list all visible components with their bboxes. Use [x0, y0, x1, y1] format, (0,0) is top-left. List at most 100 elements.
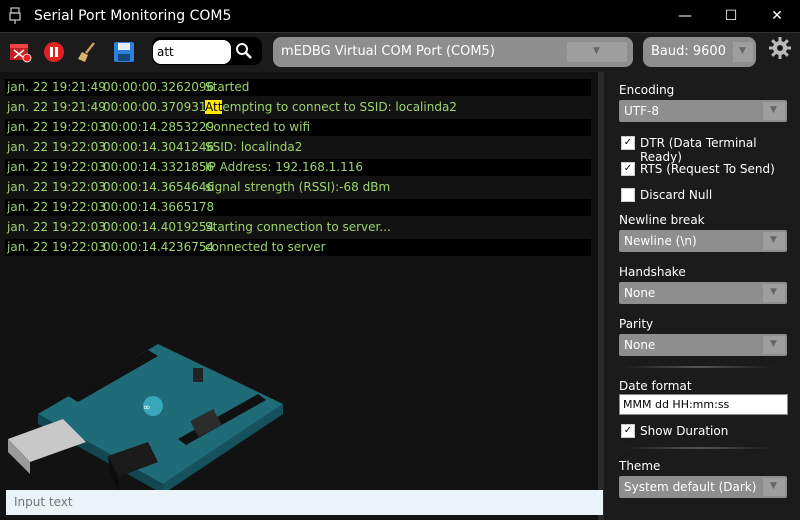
log-date: jan. 22 19:22:03 — [7, 180, 106, 194]
log-message: Started — [205, 80, 250, 94]
toolbar: mEDBG Virtual COM Port (COM5) ▼ Baud: 96… — [0, 33, 800, 71]
search-input[interactable] — [153, 40, 231, 64]
section-separator — [624, 366, 774, 368]
show-duration-checkbox[interactable]: ✓ — [621, 424, 635, 438]
log-date: jan. 22 19:22:03 — [7, 240, 106, 254]
encoding-value: UTF-8 — [624, 104, 659, 118]
date-format-label: Date format — [619, 379, 692, 393]
rts-label: RTS (Request To Send) — [640, 162, 775, 176]
log-row: jan. 22 19:21:49 00:00:00.3709319 Attemp… — [5, 99, 591, 116]
log-message: connected to server — [205, 240, 326, 254]
title-bar: Serial Port Monitoring COM5 — ☐ ✕ — [0, 0, 800, 33]
discard-null-checkbox[interactable] — [621, 188, 635, 202]
log-date: jan. 22 19:22:03 — [7, 220, 106, 234]
window-title: Serial Port Monitoring COM5 — [34, 8, 232, 24]
log-message: Starting connection to server... — [205, 220, 391, 234]
log-date: jan. 22 19:22:03 — [7, 160, 106, 174]
log-row: jan. 22 19:22:03 00:00:14.3321856 IP Add… — [5, 159, 591, 176]
broom-icon[interactable] — [76, 40, 100, 64]
chevron-down-icon: ▼ — [770, 287, 777, 297]
log-date: jan. 22 19:21:49 — [7, 100, 106, 114]
encoding-select[interactable]: UTF-8 ▼ — [619, 100, 787, 122]
encoding-label: Encoding — [619, 83, 675, 97]
pause-icon[interactable] — [42, 40, 66, 64]
minimize-button[interactable]: — — [662, 0, 708, 32]
log-date: jan. 22 19:22:03 — [7, 120, 106, 134]
input-text-field[interactable] — [6, 490, 603, 515]
log-duration: 00:00:14.3321856 — [103, 160, 215, 174]
handshake-select[interactable]: None ▼ — [619, 282, 787, 304]
log-message-rest: empting to connect to SSID: localinda2 — [222, 100, 457, 114]
log-duration: 00:00:00.3262096 — [103, 80, 215, 94]
parity-select[interactable]: None ▼ — [619, 334, 787, 356]
port-dropdown-button[interactable]: ▼ — [567, 42, 627, 62]
log-row: jan. 22 19:22:03 00:00:14.3041246 SSID: … — [5, 139, 591, 156]
theme-label: Theme — [619, 459, 661, 473]
chevron-down-icon: ▼ — [770, 481, 777, 491]
log-message: Attempting to connect to SSID: localinda… — [205, 99, 457, 116]
port-select[interactable]: mEDBG Virtual COM Port (COM5) ▼ — [273, 37, 633, 67]
svg-text:∞: ∞ — [143, 403, 151, 413]
log-row: jan. 22 19:22:03 00:00:14.3665178 — [5, 199, 591, 216]
log-duration: 00:00:00.3709319 — [103, 100, 215, 114]
settings-panel: Encoding UTF-8 ▼ ✓ DTR (Data Terminal Re… — [604, 72, 800, 520]
newline-value: Newline (\n) — [624, 234, 697, 248]
handshake-value: None — [624, 286, 656, 300]
close-button[interactable]: ✕ — [754, 0, 800, 32]
section-separator — [624, 447, 774, 449]
search-box — [152, 37, 262, 65]
parity-dropdown-button[interactable]: ▼ — [763, 336, 785, 354]
log-row: jan. 22 19:21:49 00:00:00.3262096 Starte… — [5, 79, 591, 96]
log-row: jan. 22 19:22:03 00:00:14.2853229 Connec… — [5, 119, 591, 136]
parity-value: None — [624, 338, 656, 352]
theme-select[interactable]: System default (Dark) ▼ — [619, 476, 787, 498]
log-row: jan. 22 19:22:03 00:00:14.4019254 Starti… — [5, 219, 591, 236]
search-highlight: Att — [205, 100, 223, 114]
newline-select[interactable]: Newline (\n) ▼ — [619, 230, 787, 252]
log-message: SSID: localinda2 — [205, 140, 303, 154]
dtr-checkbox[interactable]: ✓ — [621, 136, 635, 150]
newline-dropdown-button[interactable]: ▼ — [763, 232, 785, 250]
save-icon[interactable] — [112, 40, 136, 64]
dtr-label: DTR (Data Terminal Ready) — [640, 136, 757, 164]
maximize-button[interactable]: ☐ — [708, 0, 754, 32]
log-message: IP Address: 192.168.1.116 — [205, 160, 364, 174]
log-duration: 00:00:14.3665178 — [103, 200, 215, 214]
baud-dropdown-button[interactable]: ▼ — [733, 42, 753, 62]
log-date: jan. 22 19:22:03 — [7, 200, 106, 214]
log-duration: 00:00:14.4019254 — [103, 220, 215, 234]
usb-plug-icon — [9, 7, 21, 24]
log-row: jan. 22 19:22:03 00:00:14.4236754 connec… — [5, 239, 591, 256]
date-format-input[interactable] — [619, 394, 788, 415]
chevron-down-icon: ▼ — [770, 105, 777, 115]
log-message: signal strength (RSSI):-68 dBm — [205, 180, 391, 194]
show-duration-label: Show Duration — [640, 424, 729, 438]
search-icon[interactable] — [234, 41, 254, 61]
log-duration: 00:00:14.2853229 — [103, 120, 215, 134]
discard-null-label: Discard Null — [640, 188, 713, 202]
chevron-down-icon: ▼ — [739, 46, 746, 56]
handshake-label: Handshake — [619, 265, 686, 279]
chevron-down-icon: ▼ — [593, 46, 600, 56]
log-date: jan. 22 19:21:49 — [7, 80, 106, 94]
log-message: Connected to wifi — [205, 120, 310, 134]
arduino-board-image: ∞ — [8, 344, 283, 494]
encoding-dropdown-button[interactable]: ▼ — [763, 102, 785, 120]
log-duration: 00:00:14.4236754 — [103, 240, 215, 254]
rts-checkbox[interactable]: ✓ — [621, 162, 635, 176]
theme-dropdown-button[interactable]: ▼ — [763, 478, 785, 496]
log-duration: 00:00:14.3654646 — [103, 180, 215, 194]
log-date: jan. 22 19:22:03 — [7, 140, 106, 154]
baud-select[interactable]: Baud: 9600 ▼ — [643, 37, 756, 67]
parity-label: Parity — [619, 317, 654, 331]
chevron-down-icon: ▼ — [770, 339, 777, 349]
handshake-dropdown-button[interactable]: ▼ — [763, 284, 785, 302]
log-row: jan. 22 19:22:03 00:00:14.3654646 signal… — [5, 179, 591, 196]
gear-icon[interactable] — [768, 36, 792, 60]
baud-select-value: Baud: 9600 — [651, 44, 726, 59]
theme-value: System default (Dark) — [624, 480, 757, 494]
port-select-value: mEDBG Virtual COM Port (COM5) — [281, 44, 495, 59]
clear-log-icon[interactable] — [8, 40, 32, 64]
newline-label: Newline break — [619, 213, 705, 227]
chevron-down-icon: ▼ — [770, 235, 777, 245]
